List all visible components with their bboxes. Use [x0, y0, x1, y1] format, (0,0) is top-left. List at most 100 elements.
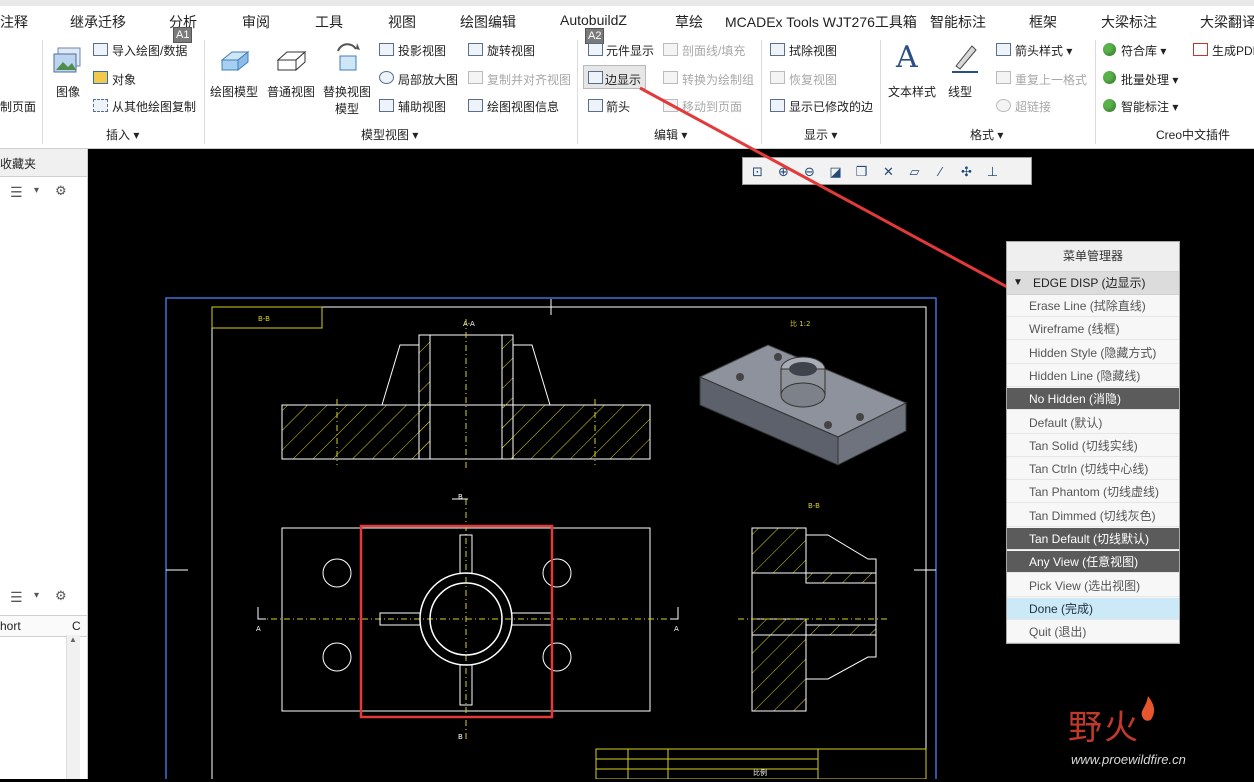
- menu-review[interactable]: 审阅: [242, 12, 270, 32]
- column-header-label-b: C: [72, 619, 81, 633]
- component-display-button[interactable]: 元件显示: [606, 42, 654, 59]
- chevron-down-icon[interactable]: ▾: [34, 185, 39, 196]
- datum-points-icon[interactable]: ✣: [958, 163, 975, 180]
- menu-item[interactable]: No Hidden (消隐): [1007, 388, 1179, 411]
- repeat-last-format-button[interactable]: 重复上一格式: [1015, 71, 1087, 88]
- menu-mcadex-tools[interactable]: MCADEx Tools WJT276工具箱: [725, 12, 917, 32]
- collapse-triangle-icon[interactable]: ▼: [1013, 272, 1023, 294]
- menu-item[interactable]: Tan Ctrln (切线中心线): [1007, 458, 1179, 481]
- menu-item[interactable]: Done (完成): [1007, 597, 1179, 620]
- group-label-edit[interactable]: 编辑 ▾: [654, 126, 687, 143]
- menu-item[interactable]: Quit (退出): [1007, 621, 1179, 644]
- menu-item[interactable]: Tan Default (切线默认): [1007, 528, 1179, 550]
- page-setup-label[interactable]: 制页面: [0, 98, 36, 115]
- import-drawing-button[interactable]: 导入绘图/数据: [112, 42, 187, 59]
- menu-section-label: EDGE DISP (边显示): [1033, 276, 1146, 290]
- detail-view-button[interactable]: 局部放大图: [398, 71, 458, 88]
- general-view-button[interactable]: 普通视图: [267, 83, 315, 100]
- settings-filter-icon[interactable]: ⚙: [55, 183, 73, 201]
- menu-item[interactable]: Wireframe (线框): [1007, 318, 1179, 341]
- coordinate-system-icon[interactable]: ⊥: [984, 163, 1001, 180]
- revolved-view-button[interactable]: 旋转视图: [487, 42, 535, 59]
- menu-item[interactable]: Tan Solid (切线实线): [1007, 435, 1179, 457]
- batch-process-button[interactable]: 批量处理 ▾: [1121, 71, 1178, 88]
- menu-item[interactable]: Default (默认): [1007, 412, 1179, 434]
- menu-annotate[interactable]: 注释: [0, 12, 28, 32]
- group-label-format[interactable]: 格式 ▾: [970, 126, 1003, 143]
- replace-view-icon[interactable]: [332, 41, 364, 75]
- drawing-view-info-button[interactable]: 绘图视图信息: [487, 98, 559, 115]
- menu-beam-dimension[interactable]: 大梁标注: [1101, 12, 1157, 32]
- zoom-in-icon[interactable]: ⊕: [775, 163, 792, 180]
- menu-tools[interactable]: 工具: [315, 12, 343, 32]
- datum-axes-icon[interactable]: ⁄: [932, 163, 949, 180]
- library-button[interactable]: 符合库 ▾: [1121, 42, 1166, 59]
- drawing-model-icon[interactable]: [218, 46, 252, 74]
- text-style-icon[interactable]: A: [896, 40, 928, 76]
- menu-autobuildz[interactable]: AutobuildZ: [560, 12, 627, 28]
- xhatch-fill-button[interactable]: 剖面线/填充: [682, 42, 745, 59]
- datum-planes-icon[interactable]: ▱: [906, 163, 923, 180]
- batch-icon: [1103, 71, 1116, 84]
- drawing-model-button[interactable]: 绘图模型: [210, 83, 258, 100]
- favorites-header[interactable]: 收藏夹: [0, 149, 87, 177]
- hyperlink-button[interactable]: 超链接: [1015, 98, 1051, 115]
- image-icon[interactable]: [52, 46, 84, 76]
- scroll-up-icon[interactable]: ▲: [69, 635, 77, 644]
- line-style-button[interactable]: 线型: [948, 83, 972, 100]
- menu-item[interactable]: Erase Line (拭除直线): [1007, 295, 1179, 317]
- line-style-icon[interactable]: [950, 42, 980, 74]
- menu-view[interactable]: 视图: [388, 12, 416, 32]
- object-button[interactable]: 对象: [112, 71, 136, 88]
- keytip-a2: A2: [585, 28, 605, 44]
- projection-view-button[interactable]: 投影视图: [398, 42, 446, 59]
- menu-drawing-edit[interactable]: 绘图编辑: [460, 12, 516, 32]
- zoom-out-icon[interactable]: ⊖: [801, 163, 818, 180]
- menu-item[interactable]: Pick View (选出视图): [1007, 575, 1179, 597]
- menu-sketch[interactable]: 草绘: [675, 12, 703, 32]
- text-style-button[interactable]: 文本样式: [888, 83, 936, 100]
- settings-filter-icon[interactable]: ⚙: [55, 588, 73, 606]
- show-modified-edges-button[interactable]: 显示已修改的边: [789, 98, 873, 115]
- menu-legacy-migration[interactable]: 继承迁移: [70, 12, 126, 32]
- menu-beam-translate[interactable]: 大梁翻译: [1200, 12, 1254, 32]
- restore-view-button[interactable]: 恢复视图: [789, 71, 837, 88]
- replace-view-button[interactable]: 替换视图: [323, 83, 371, 100]
- replace-view-button-line2[interactable]: 模型: [335, 100, 359, 117]
- copy-align-view-button[interactable]: 复制并对齐视图: [487, 71, 571, 88]
- list-view-icon[interactable]: ☰: [10, 184, 26, 200]
- group-label-model-views[interactable]: 模型视图 ▾: [361, 126, 418, 143]
- chevron-down-icon[interactable]: ▾: [34, 590, 39, 601]
- column-header[interactable]: hort C: [0, 615, 87, 637]
- ribbon: A1 A2 制页面 图像 导入绘图/数据 对象 从其他绘图复制 插入 ▾ 绘图模…: [0, 27, 1254, 149]
- menu-item[interactable]: Tan Dimmed (切线灰色): [1007, 505, 1179, 527]
- group-label-display[interactable]: 显示 ▾: [804, 126, 837, 143]
- menu-item[interactable]: Hidden Style (隐藏方式): [1007, 342, 1179, 364]
- list-view-icon[interactable]: ☰: [10, 589, 26, 605]
- general-view-icon[interactable]: [275, 48, 309, 74]
- convert-to-draft-group-button[interactable]: 转换为绘制组: [682, 71, 754, 88]
- menu-frame[interactable]: 框架: [1029, 12, 1057, 32]
- erase-view-button[interactable]: 拭除视图: [789, 42, 837, 59]
- auxiliary-view-button[interactable]: 辅助视图: [398, 98, 446, 115]
- menu-section-edge-disp[interactable]: ▼ EDGE DISP (边显示): [1007, 272, 1179, 295]
- arrow-style-button[interactable]: 箭头样式 ▾: [1015, 42, 1072, 59]
- xhatch-icon: [663, 43, 678, 56]
- edge-display-button[interactable]: 边显示: [583, 65, 646, 89]
- menu-smart-dimension[interactable]: 智能标注: [930, 12, 986, 32]
- move-to-page-button[interactable]: 移动到页面: [682, 98, 742, 115]
- smart-dimension-button[interactable]: 智能标注 ▾: [1121, 98, 1178, 115]
- arrow-button[interactable]: 箭头: [606, 98, 630, 115]
- menu-item[interactable]: Any View (任意视图): [1007, 551, 1179, 574]
- refit-icon[interactable]: ⊡: [749, 163, 766, 180]
- copy-from-other-drawing-button[interactable]: 从其他绘图复制: [112, 98, 196, 115]
- scrollbar[interactable]: ▲: [66, 635, 80, 779]
- image-button[interactable]: 图像: [56, 83, 80, 100]
- repaint-icon[interactable]: ◪: [827, 163, 844, 180]
- menu-item[interactable]: Hidden Line (隐藏线): [1007, 365, 1179, 387]
- display-style-icon[interactable]: ❒: [853, 163, 870, 180]
- menu-item[interactable]: Tan Phantom (切线虚线): [1007, 481, 1179, 504]
- group-label-insert[interactable]: 插入 ▾: [106, 126, 139, 143]
- datum-display-icon[interactable]: ✕: [880, 163, 897, 180]
- generate-pdf-button[interactable]: 生成PDF: [1212, 42, 1254, 59]
